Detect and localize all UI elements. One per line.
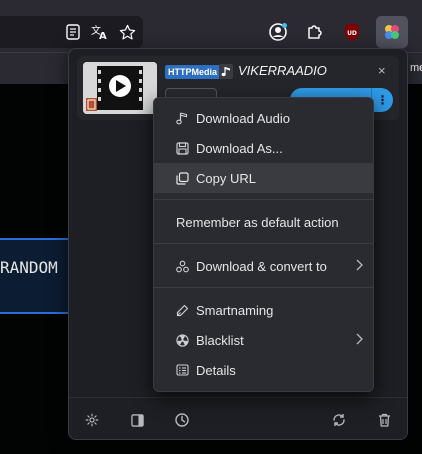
ublock-icon[interactable]: UD <box>340 20 364 44</box>
menu-item-smartnaming[interactable]: Smartnaming <box>154 295 373 325</box>
convert-icon <box>175 259 189 273</box>
sidebar-toggle-button[interactable] <box>127 410 147 430</box>
menu-item-label: Download Audio <box>196 110 290 126</box>
radiation-icon <box>175 333 189 347</box>
refresh-icon <box>333 414 345 426</box>
save-icon <box>175 141 189 155</box>
popup-footer <box>69 397 407 439</box>
pen-icon <box>175 303 189 317</box>
trash-icon <box>378 413 390 427</box>
random-button-label: RANDOM <box>0 258 58 277</box>
menu-separator <box>154 287 373 288</box>
menu-item-label: Copy URL <box>196 170 256 186</box>
media-downloader-extension-button[interactable] <box>376 16 408 48</box>
bookmark-star-icon[interactable] <box>115 20 139 44</box>
video-play-icon <box>83 62 157 114</box>
menu-item-label: Remember as default action <box>176 214 339 230</box>
close-icon[interactable]: × <box>378 63 386 78</box>
menu-item-blacklist[interactable]: Blacklist <box>154 325 373 355</box>
media-title: VIKERRAADIO <box>238 63 327 78</box>
menu-separator <box>154 243 373 244</box>
ublock-label: UD <box>347 30 357 37</box>
menu-item-download-audio[interactable]: Download Audio <box>154 103 373 133</box>
settings-gear-button[interactable] <box>82 410 102 430</box>
chevron-right-icon <box>355 333 363 348</box>
menu-item-label: Download & convert to <box>196 258 327 274</box>
menu-item-remember-default[interactable]: Remember as default action <box>154 207 373 237</box>
menu-separator <box>154 199 373 200</box>
svg-text:A: A <box>99 31 107 40</box>
history-button[interactable] <box>172 410 192 430</box>
gear-icon <box>85 413 99 427</box>
copy-icon <box>175 171 189 185</box>
music-note-icon <box>219 64 233 79</box>
menu-item-copy-url[interactable]: Copy URL <box>154 163 373 193</box>
menu-item-label: Smartnaming <box>196 302 274 318</box>
details-icon <box>175 363 189 377</box>
extensions-puzzle-icon[interactable] <box>303 20 327 44</box>
bookmark-item-partial[interactable]: me <box>410 62 422 74</box>
translate-icon[interactable]: 文A <box>88 20 112 44</box>
menu-item-label: Download As... <box>196 140 283 156</box>
media-type-badge: HTTPMedia <box>165 65 221 79</box>
account-icon[interactable] <box>266 20 290 44</box>
menu-item-download-convert[interactable]: Download & convert to <box>154 251 373 281</box>
menu-item-label: Blacklist <box>196 332 244 348</box>
reader-view-icon[interactable] <box>61 20 85 44</box>
chevron-right-icon <box>355 259 363 274</box>
clock-icon <box>175 413 189 427</box>
sidebar-icon <box>130 413 144 427</box>
media-thumbnail <box>83 62 157 114</box>
extension-logo-icon <box>385 25 399 39</box>
clear-list-button[interactable] <box>374 410 394 430</box>
menu-item-download-as[interactable]: Download As... <box>154 133 373 163</box>
music-note-icon <box>175 111 189 125</box>
refresh-button[interactable] <box>329 410 349 430</box>
menu-item-details[interactable]: Details <box>154 355 373 385</box>
menu-item-label: Details <box>196 362 236 378</box>
